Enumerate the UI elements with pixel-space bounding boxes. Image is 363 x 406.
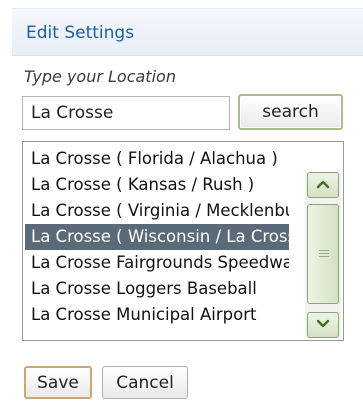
edit-settings-panel: Edit Settings Type your Location search … (0, 0, 363, 406)
location-input[interactable] (22, 96, 230, 130)
cancel-button[interactable]: Cancel (102, 366, 188, 399)
grip-line (319, 250, 329, 251)
panel-header: Edit Settings (12, 8, 363, 56)
scroll-up-button[interactable] (307, 172, 339, 198)
header-divider (12, 55, 363, 56)
list-item[interactable]: La Crosse ( Florida / Alachua ) (25, 146, 289, 172)
chevron-up-icon (316, 180, 330, 189)
location-results-list[interactable]: La Crosse ( Florida / Alachua ) La Cross… (22, 141, 344, 341)
save-button[interactable]: Save (24, 366, 92, 399)
list-item-selected[interactable]: La Crosse ( Wisconsin / La Crosse ) (25, 224, 289, 250)
location-label: Type your Location (24, 67, 176, 86)
search-button[interactable]: search (238, 94, 343, 130)
list-item[interactable]: La Crosse Fairgrounds Speedway (25, 250, 289, 276)
chevron-down-icon (316, 319, 330, 328)
list-scrollbar[interactable] (305, 172, 341, 338)
list-item[interactable]: La Crosse ( Kansas / Rush ) (25, 172, 289, 198)
panel-title: Edit Settings (26, 23, 135, 43)
scroll-thumb[interactable] (307, 204, 339, 304)
grip-line (319, 253, 329, 254)
list-item[interactable]: La Crosse ( Virginia / Mecklenburg ) (25, 198, 289, 224)
list-item[interactable]: La Crosse Loggers Baseball (25, 276, 289, 302)
list-item[interactable]: La Crosse Municipal Airport (25, 302, 289, 328)
grip-line (319, 256, 329, 257)
location-results-items: La Crosse ( Florida / Alachua ) La Cross… (25, 146, 289, 328)
scroll-down-button[interactable] (307, 312, 339, 338)
